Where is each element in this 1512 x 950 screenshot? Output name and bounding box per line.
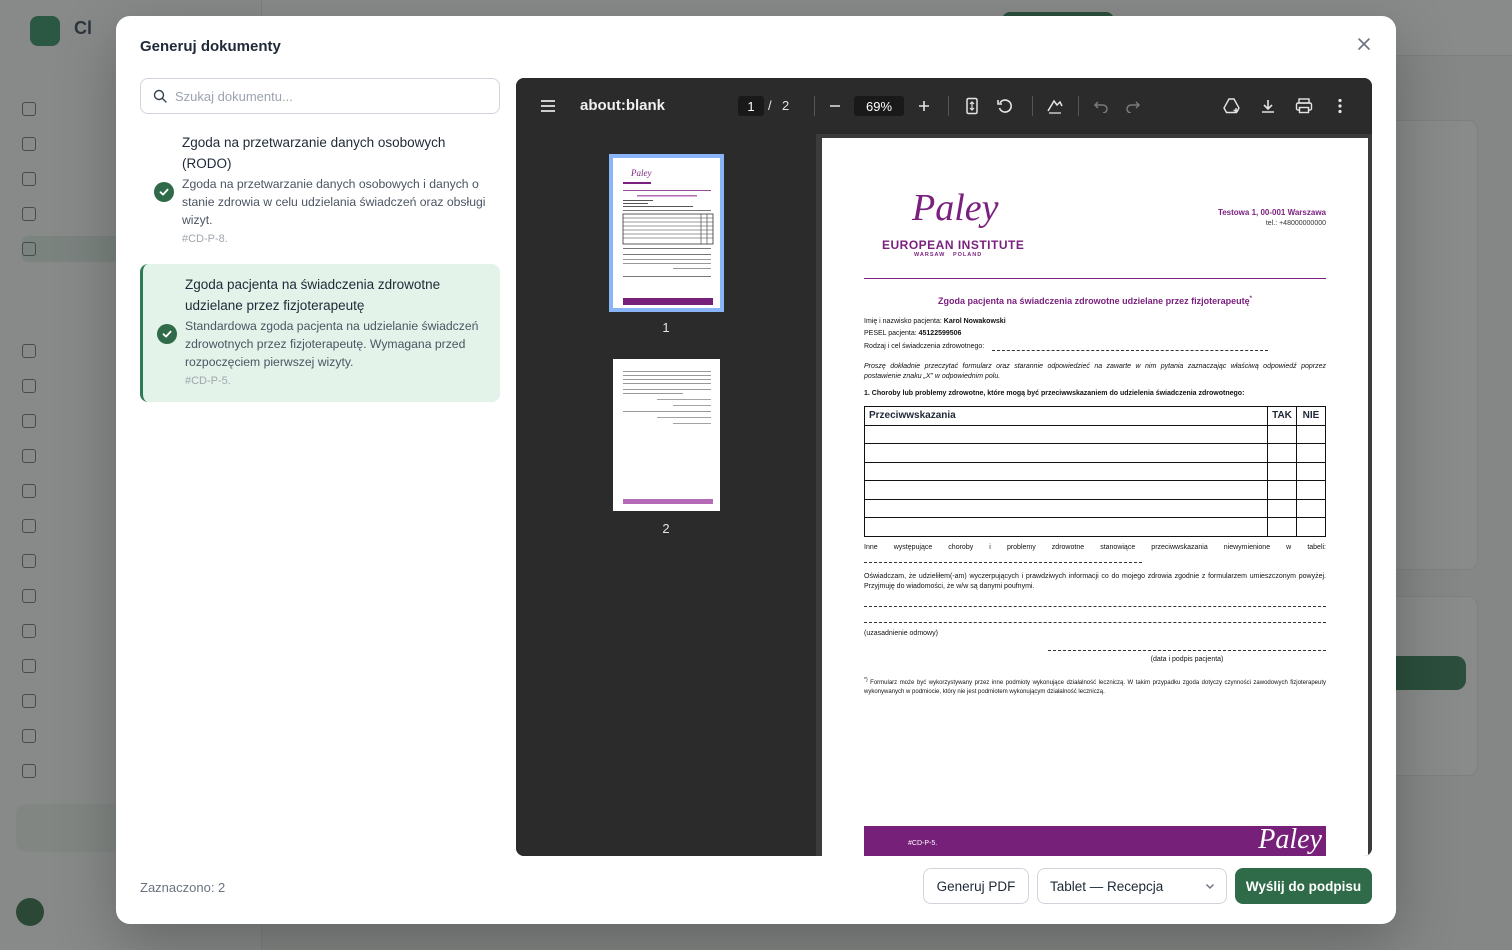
print-icon[interactable] bbox=[1294, 96, 1314, 116]
more-options-icon[interactable] bbox=[1330, 96, 1350, 116]
phone: tel.: +48000000000 bbox=[1265, 220, 1326, 227]
pdf-page: Paley EUROPEAN INSTITUTE WARSAW POLAND T… bbox=[822, 138, 1368, 856]
svg-text:Paley: Paley bbox=[630, 168, 652, 178]
thumbnail-label: 2 bbox=[662, 521, 670, 536]
pdf-toolbar: about:blank 1 / 2 69% bbox=[516, 78, 1372, 134]
service-dotline bbox=[992, 350, 1268, 351]
table-row bbox=[864, 498, 1326, 518]
document-description: Standardowa zgoda pacjenta na udzielanie… bbox=[185, 319, 479, 369]
logo-script: Paley bbox=[912, 187, 999, 229]
table-row bbox=[864, 443, 1326, 463]
dotline bbox=[864, 606, 1326, 607]
search-box bbox=[140, 78, 500, 114]
table-row bbox=[864, 424, 1326, 444]
add-to-drive-icon[interactable] bbox=[1222, 96, 1242, 116]
service-line: Rodzaj i cel świadczenia zdrowotnego: bbox=[864, 343, 985, 350]
page-footer-band: #CD-P-5. Paley bbox=[864, 824, 1326, 856]
header-rule bbox=[864, 278, 1326, 279]
rotate-icon[interactable] bbox=[995, 96, 1015, 116]
table-row bbox=[864, 517, 1326, 537]
generate-pdf-button[interactable]: Generuj PDF bbox=[923, 868, 1029, 904]
device-select[interactable]: Tablet — Recepcja bbox=[1037, 868, 1227, 904]
page-number-input[interactable]: 1 bbox=[738, 96, 764, 116]
document-item-selected[interactable]: Zgoda pacjenta na świadczenia zdrowotne … bbox=[140, 264, 500, 402]
signature-dotline bbox=[1048, 650, 1326, 651]
send-for-signature-button[interactable]: Wyślij do podpisu bbox=[1235, 868, 1372, 904]
page-separator: / bbox=[768, 98, 772, 113]
other-dotline bbox=[864, 562, 1142, 563]
redo-icon[interactable] bbox=[1123, 96, 1143, 116]
declaration: Oświadczam, że udzieliłem(-am) wyczerpuj… bbox=[864, 573, 1326, 590]
chevron-down-icon bbox=[1206, 884, 1214, 889]
document-item[interactable]: Zgoda na przetwarzanie danych osobowych … bbox=[140, 132, 500, 252]
thumbnail-label: 1 bbox=[662, 320, 670, 335]
instructions: Proszę dokładnie przeczytać formularz or… bbox=[864, 363, 1326, 380]
patient-name-line: Imię i nazwisko pacjenta: Karol Nowakows… bbox=[864, 318, 1006, 325]
document-code: #CD-P-5. bbox=[185, 375, 231, 387]
menu-icon[interactable] bbox=[538, 96, 558, 116]
generate-documents-modal: Generuj dokumenty Zgoda na przetwarzanie… bbox=[116, 16, 1396, 924]
modal-title: Generuj dokumenty bbox=[140, 38, 281, 55]
pdf-viewer: about:blank 1 / 2 69% Paley 1 2 Paley EU… bbox=[516, 78, 1372, 856]
page-total: 2 bbox=[782, 98, 790, 113]
logo-sub: WARSAW POLAND bbox=[914, 252, 983, 258]
toolbar-divider bbox=[814, 96, 815, 116]
footer-code: #CD-P-5. bbox=[908, 840, 938, 847]
close-button[interactable] bbox=[1352, 32, 1376, 56]
pdf-page-area[interactable]: Paley EUROPEAN INSTITUTE WARSAW POLAND T… bbox=[816, 134, 1372, 856]
zoom-out-icon[interactable] bbox=[825, 96, 845, 116]
logo-name: EUROPEAN INSTITUTE bbox=[882, 238, 1025, 252]
selected-count: Zaznaczono: 2 bbox=[140, 880, 226, 895]
document-code: #CD-P-8. bbox=[182, 233, 228, 245]
dotline bbox=[864, 622, 1326, 623]
footnote: *) Formularz może być wykorzystywany prz… bbox=[864, 677, 1326, 695]
undo-icon[interactable] bbox=[1091, 96, 1111, 116]
toolbar-divider bbox=[1078, 96, 1079, 116]
table-header: NIE bbox=[1296, 406, 1326, 426]
document-heading: Zgoda pacjenta na świadczenia zdrowotne … bbox=[938, 296, 1252, 306]
zoom-in-icon[interactable] bbox=[914, 96, 934, 116]
document-title: Zgoda na przetwarzanie danych osobowych … bbox=[182, 135, 446, 171]
table-header: TAK bbox=[1267, 406, 1297, 426]
search-input[interactable] bbox=[175, 88, 485, 104]
pdf-title: about:blank bbox=[580, 97, 665, 114]
page-thumbnail-1[interactable]: Paley bbox=[609, 154, 724, 312]
refusal-reason: (uzasadnienie odmowy) bbox=[864, 630, 938, 637]
table-header: Przeciwwskazania bbox=[864, 406, 1268, 426]
table-row bbox=[864, 461, 1326, 481]
check-icon bbox=[154, 182, 174, 202]
other-conditions: Inne występujące choroby i problemy zdro… bbox=[864, 544, 1326, 551]
check-icon bbox=[157, 324, 177, 344]
fit-page-icon[interactable] bbox=[962, 96, 982, 116]
toolbar-divider bbox=[948, 96, 949, 116]
close-icon bbox=[1358, 38, 1370, 50]
document-description: Zgoda na przetwarzanie danych osobowych … bbox=[182, 177, 486, 227]
signature-label: (data i podpis pacjenta) bbox=[1150, 656, 1224, 663]
pesel-line: PESEL pacjenta: 45122599506 bbox=[864, 330, 962, 337]
section-1: 1. Choroby lub problemy zdrowotne, które… bbox=[864, 390, 1245, 397]
address: Testowa 1, 00-001 Warszawa bbox=[1217, 208, 1326, 217]
draw-icon[interactable] bbox=[1045, 96, 1065, 116]
device-select-value: Tablet — Recepcja bbox=[1050, 878, 1164, 894]
page-thumbnail-2[interactable] bbox=[613, 359, 720, 511]
footer-logo: Paley bbox=[1258, 824, 1322, 855]
toolbar-divider bbox=[1032, 96, 1033, 116]
table-row bbox=[864, 480, 1326, 500]
contraindications-table: Przeciwwskazania TAK NIE bbox=[864, 406, 1326, 537]
download-icon[interactable] bbox=[1258, 96, 1278, 116]
document-title: Zgoda pacjenta na świadczenia zdrowotne … bbox=[185, 277, 441, 313]
search-icon bbox=[153, 89, 167, 103]
thumbnail-sidebar: Paley 1 2 bbox=[516, 134, 816, 856]
zoom-level[interactable]: 69% bbox=[854, 96, 904, 116]
